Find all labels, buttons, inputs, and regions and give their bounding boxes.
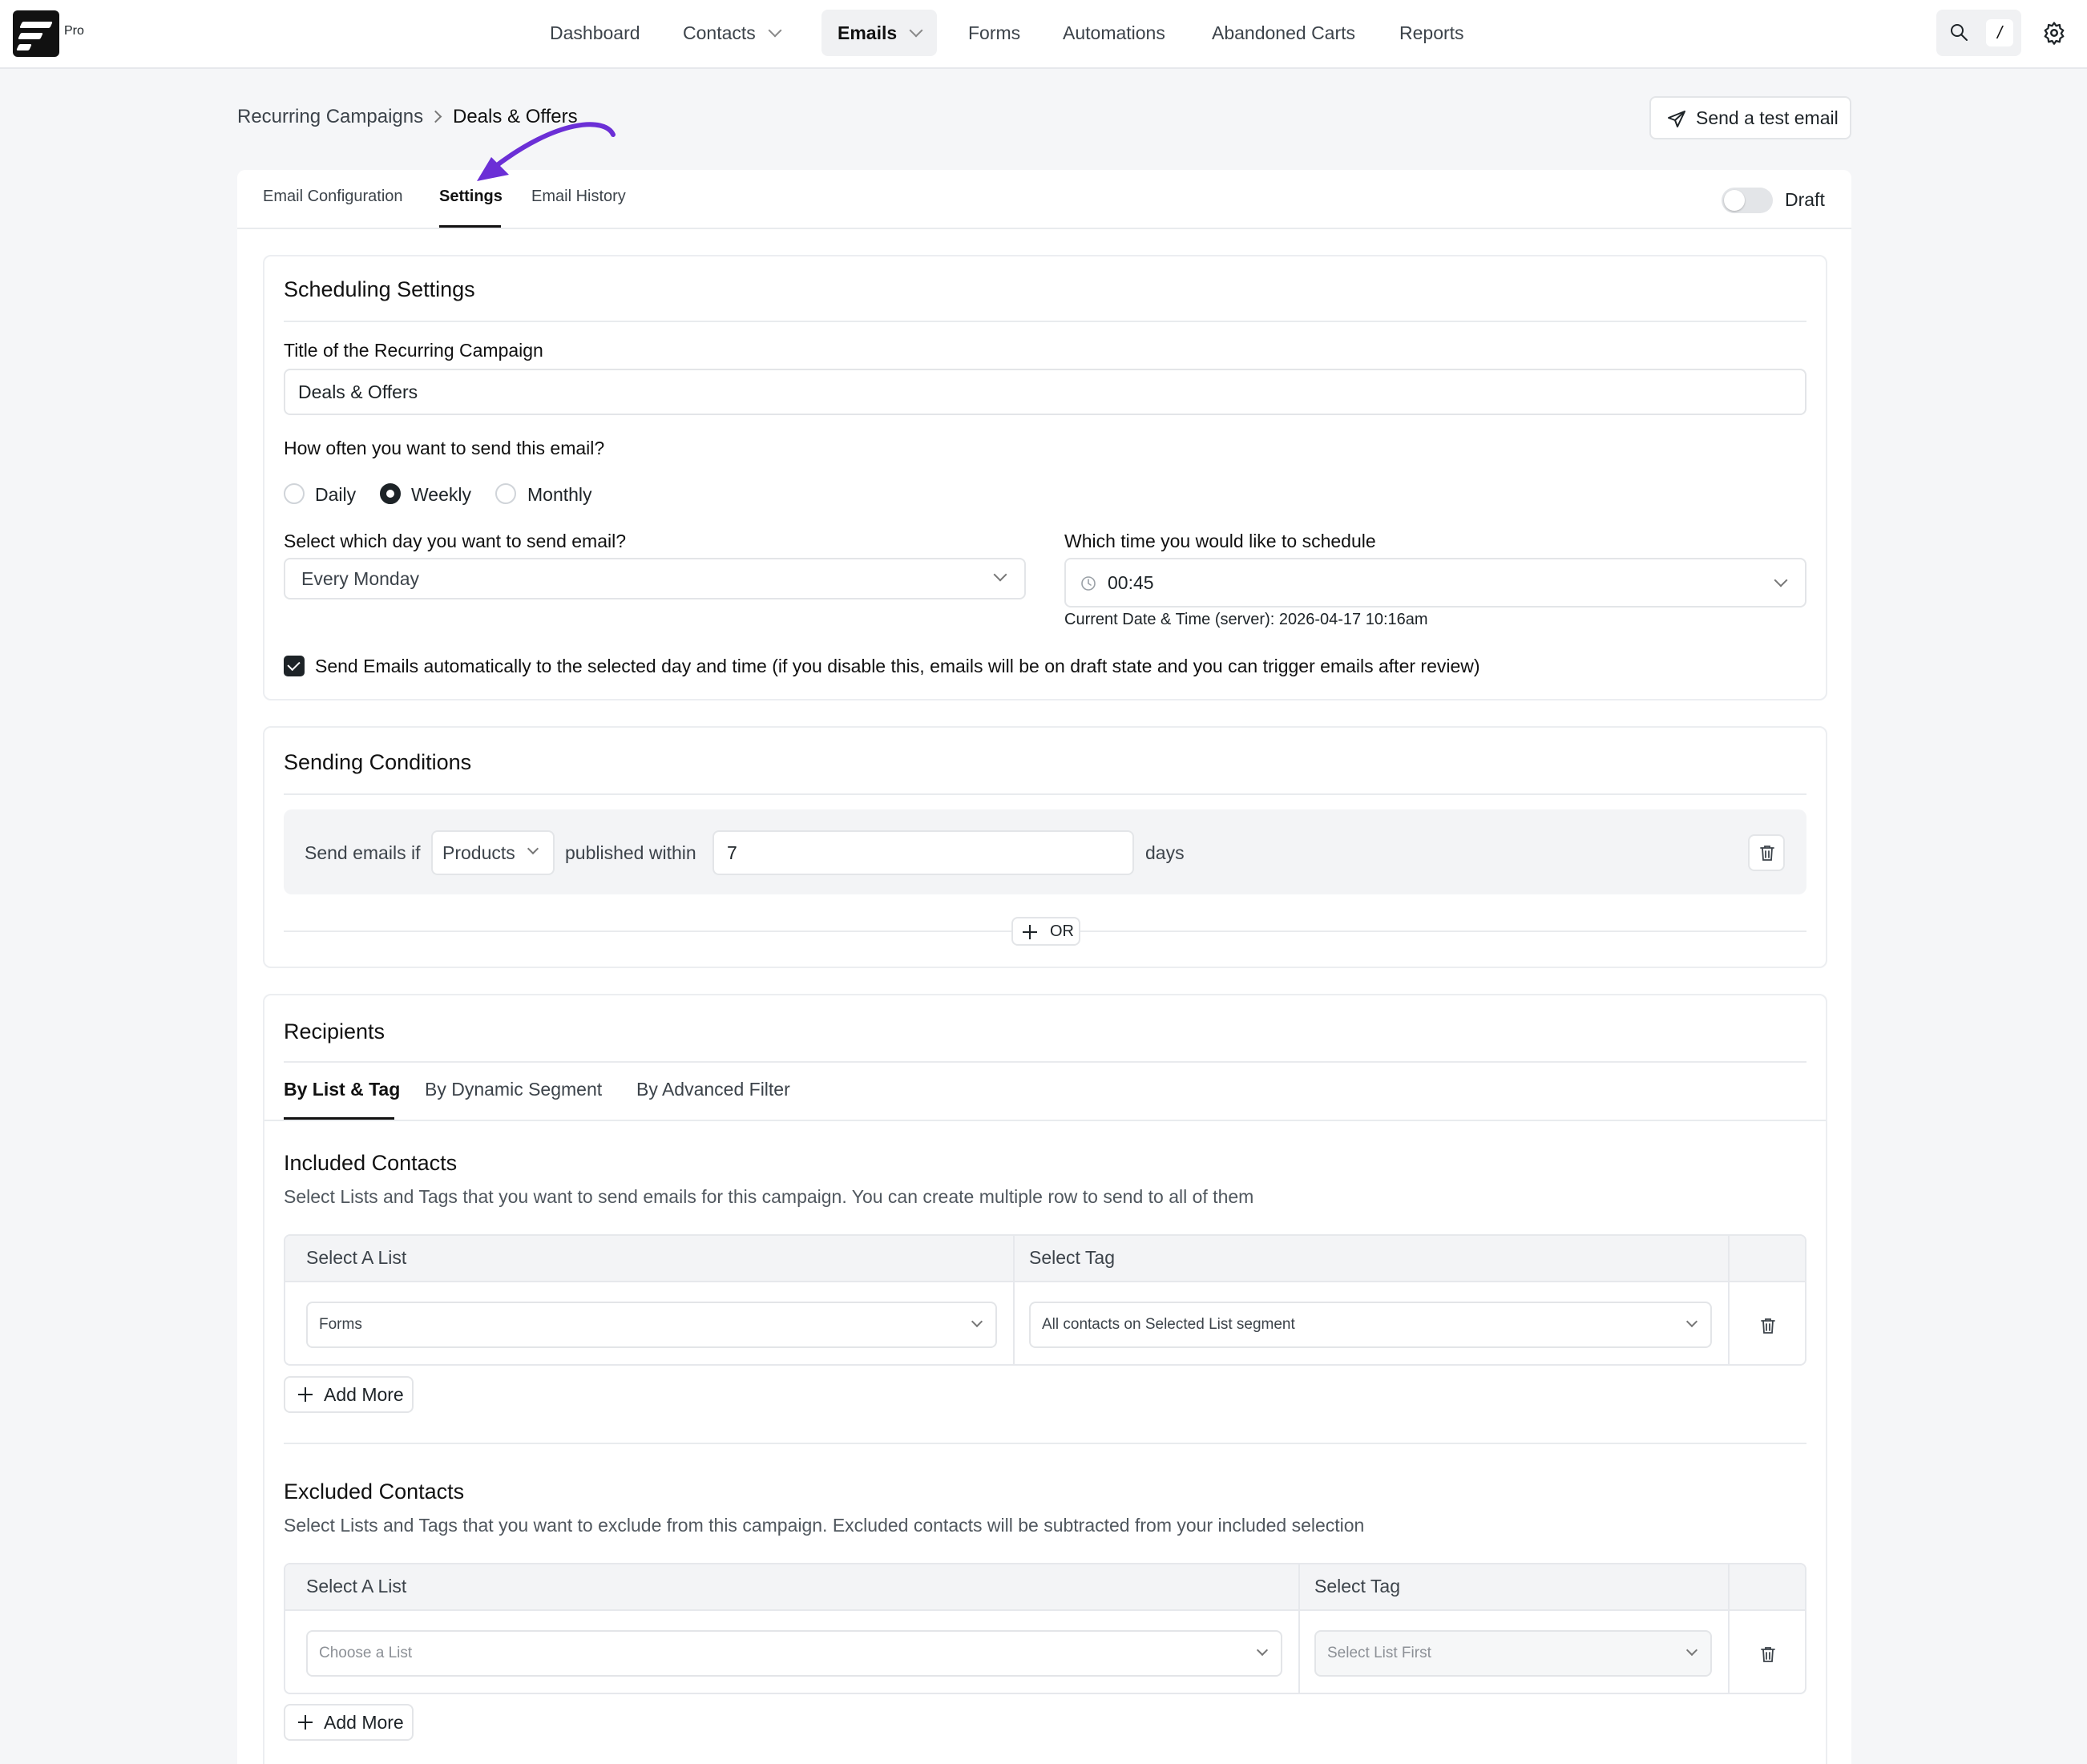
chevron-down-icon <box>1774 573 1788 587</box>
condition-suffix: days <box>1145 842 1185 863</box>
day-select[interactable]: Every Monday <box>284 558 1026 599</box>
condition-days-input[interactable]: 7 <box>712 830 1134 875</box>
tab-by-list-and-tag[interactable]: By List & Tag <box>284 1079 400 1100</box>
status-toggle[interactable] <box>1722 188 1773 213</box>
column-divider <box>1013 1236 1015 1364</box>
section-divider <box>284 1443 1806 1444</box>
recipients-title: Recipients <box>284 1019 386 1043</box>
send-test-email-button[interactable]: Send a test email <box>1649 96 1851 139</box>
gear-icon[interactable] <box>2042 21 2066 45</box>
section-divider <box>284 793 1806 795</box>
column-divider <box>1728 1564 1730 1693</box>
excluded-list-select[interactable]: Choose a List <box>306 1630 1282 1677</box>
tabs-divider <box>237 228 1851 229</box>
plus-icon <box>1023 925 1037 939</box>
column-header-list: Select A List <box>306 1247 407 1268</box>
day-select-label: Select which day you want to send email? <box>284 531 627 551</box>
radio-weekly-label[interactable]: Weekly <box>411 484 471 506</box>
condition-subject-select[interactable]: Products <box>431 830 555 875</box>
breadcrumb-parent[interactable]: Recurring Campaigns <box>237 106 423 128</box>
auto-send-checkbox[interactable] <box>284 656 305 676</box>
search-icon[interactable] <box>1949 22 1968 42</box>
included-contacts-table: Select A List Select Tag Forms All conta… <box>284 1234 1806 1366</box>
section-divider <box>284 321 1806 322</box>
column-header-list: Select A List <box>306 1576 407 1596</box>
campaign-title-label: Title of the Recurring Campaign <box>284 340 543 361</box>
chevron-down-icon <box>1685 1315 1698 1328</box>
tab-email-configuration[interactable]: Email Configuration <box>263 188 403 206</box>
shortcut-key: / <box>1986 19 2013 46</box>
radio-weekly[interactable] <box>380 483 401 504</box>
chevron-down-icon <box>909 23 923 38</box>
tab-by-dynamic-segment[interactable]: By Dynamic Segment <box>425 1079 602 1100</box>
pro-badge: Pro <box>64 24 84 38</box>
radio-daily-label[interactable]: Daily <box>315 484 356 506</box>
condition-prefix: Send emails if <box>305 842 421 863</box>
search-toolbar[interactable]: / <box>1936 10 2021 56</box>
tab-by-advanced-filter[interactable]: By Advanced Filter <box>636 1079 790 1100</box>
excluded-contacts-title: Excluded Contacts <box>284 1479 465 1504</box>
column-divider <box>1298 1564 1300 1693</box>
sending-conditions-title: Sending Conditions <box>284 750 472 774</box>
campaign-title-input[interactable]: Deals & Offers <box>284 369 1806 415</box>
delete-condition-button[interactable] <box>1748 834 1785 871</box>
excluded-contacts-description: Select Lists and Tags that you want to e… <box>284 1515 1365 1536</box>
included-contacts-description: Select Lists and Tags that you want to s… <box>284 1186 1254 1207</box>
chevron-down-icon <box>993 567 1007 582</box>
send-icon <box>1668 111 1685 127</box>
clock-icon <box>1081 576 1096 591</box>
nav-automations[interactable]: Automations <box>1047 10 1181 56</box>
column-header-tag: Select Tag <box>1314 1576 1400 1596</box>
condition-middle: published within <box>565 842 696 863</box>
trash-icon[interactable] <box>1758 1316 1778 1335</box>
add-or-condition-button[interactable]: OR <box>1011 917 1080 946</box>
chevron-down-icon <box>1685 1644 1698 1657</box>
time-select[interactable]: 00:45 <box>1064 558 1806 608</box>
nav-abandoned-carts[interactable]: Abandoned Carts <box>1196 10 1371 56</box>
top-navigation-bar: Pro Dashboard Contacts Emails Forms Auto… <box>0 0 2087 69</box>
plus-icon <box>298 1387 313 1402</box>
nav-emails[interactable]: Emails <box>821 10 938 56</box>
nav-reports[interactable]: Reports <box>1383 10 1480 56</box>
nav-dashboard[interactable]: Dashboard <box>534 10 656 56</box>
included-tag-select[interactable]: All contacts on Selected List segment <box>1029 1302 1712 1348</box>
excluded-add-more-button[interactable]: Add More <box>284 1704 414 1741</box>
included-list-select[interactable]: Forms <box>306 1302 997 1348</box>
chevron-right-icon <box>429 110 442 123</box>
trash-icon[interactable] <box>1758 1645 1778 1664</box>
chevron-down-icon <box>971 1315 983 1328</box>
brand-logo[interactable] <box>13 10 59 57</box>
included-add-more-button[interactable]: Add More <box>284 1376 414 1413</box>
annotation-arrow-icon <box>477 122 616 181</box>
chevron-down-icon <box>1256 1644 1269 1657</box>
scheduling-settings-title: Scheduling Settings <box>284 277 475 301</box>
section-divider <box>284 1061 1806 1063</box>
time-select-label: Which time you would like to schedule <box>1064 531 1376 551</box>
radio-daily[interactable] <box>284 483 305 504</box>
radio-monthly-label[interactable]: Monthly <box>527 484 592 506</box>
nav-forms[interactable]: Forms <box>952 10 1036 56</box>
tabs-divider <box>264 1120 1826 1121</box>
excluded-contacts-table: Select A List Select Tag Choose a List S… <box>284 1563 1806 1694</box>
plus-icon <box>298 1715 313 1730</box>
nav-contacts[interactable]: Contacts <box>667 10 796 56</box>
chevron-down-icon <box>768 23 782 38</box>
trash-icon <box>1760 846 1774 861</box>
auto-send-label[interactable]: Send Emails automatically to the selecte… <box>315 656 1480 677</box>
radio-monthly[interactable] <box>495 483 516 504</box>
chevron-down-icon <box>527 842 539 855</box>
server-time-text: Current Date & Time (server): 2026-04-17… <box>1064 611 1428 628</box>
table-header <box>285 1564 1805 1611</box>
column-header-tag: Select Tag <box>1029 1247 1115 1268</box>
column-divider <box>1728 1236 1730 1364</box>
frequency-label: How often you want to send this email? <box>284 438 605 458</box>
included-contacts-title: Included Contacts <box>284 1151 458 1175</box>
excluded-tag-select[interactable]: Select List First <box>1314 1630 1712 1677</box>
status-label: Draft <box>1785 189 1825 210</box>
